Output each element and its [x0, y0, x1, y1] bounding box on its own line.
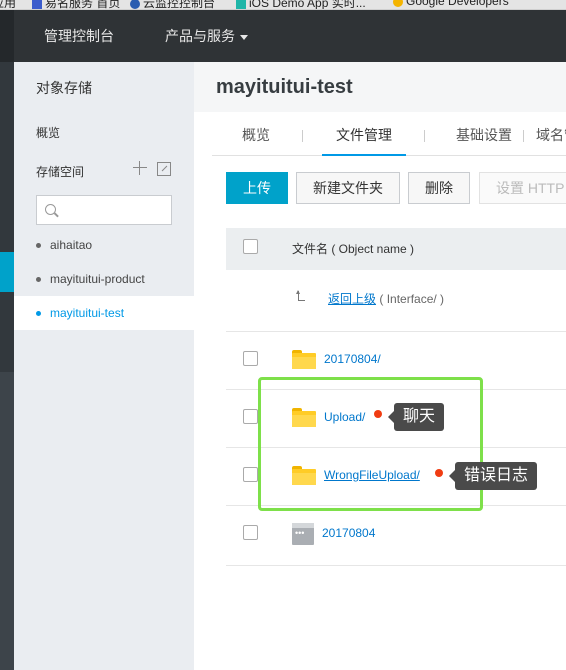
row-checkbox[interactable] — [243, 467, 258, 482]
bookmark-icon — [32, 0, 42, 9]
delete-button[interactable]: 删除 — [408, 172, 470, 204]
tab-file-management[interactable]: 文件管理 — [322, 112, 406, 156]
bookmark-google-dev[interactable]: Google Developers — [393, 0, 509, 8]
column-header-filename: 文件名 ( Object name ) — [292, 242, 415, 256]
cloud-icon — [130, 0, 140, 9]
bullet-icon — [36, 277, 41, 282]
back-to-parent: 返回上级 ( Interface/ ) — [328, 290, 444, 307]
folder-icon — [292, 350, 316, 369]
bookmark-yiming[interactable]: 易名服务 首页 — [32, 0, 120, 9]
file-table-header: 文件名 ( Object name ) — [226, 228, 566, 270]
bookmarks-bar: 应用 易名服务 首页 云监控控制台 iOS Demo App 实时... Goo… — [0, 0, 566, 10]
tab-domain[interactable]: 域名管 — [536, 112, 566, 156]
bullet-icon — [36, 311, 41, 316]
row-checkbox[interactable] — [243, 351, 258, 366]
bookmark-cloud-monitor[interactable]: 云监控控制台 — [130, 0, 215, 9]
tab-overview[interactable]: 概览 — [242, 112, 270, 156]
bullet-icon — [36, 243, 41, 248]
parent-path: ( Interface/ ) — [379, 292, 445, 306]
search-icon — [45, 204, 56, 215]
console-link[interactable]: 管理控制台 — [44, 10, 114, 62]
tab-divider — [424, 130, 425, 142]
bookmark-apps[interactable]: 应用 — [0, 0, 16, 9]
bucket-search-input[interactable] — [36, 195, 172, 225]
bucket-header: mayituitui-test — [194, 62, 566, 112]
select-all-checkbox[interactable] — [243, 239, 258, 254]
sidebar-title: 对象存储 — [36, 80, 92, 96]
annotation-tooltip-chat: 聊天 — [387, 403, 445, 431]
row-checkbox[interactable] — [243, 409, 258, 424]
annotation-tooltip-error-log: 错误日志 — [448, 462, 538, 490]
google-icon — [393, 0, 403, 7]
row-checkbox[interactable] — [243, 525, 258, 540]
sidebar-item-overview[interactable]: 概览 — [36, 124, 60, 141]
sidebar-bucket-mayituitui-test[interactable]: mayituitui-test — [14, 296, 194, 330]
tab-basic-settings[interactable]: 基础设置 — [456, 112, 512, 156]
open-external-icon[interactable] — [157, 162, 171, 176]
strip-lower-section — [0, 372, 14, 670]
tab-divider — [302, 130, 303, 142]
oss-sidebar: 对象存储 概览 存储空间 aihaitao mayituitui-product… — [14, 62, 194, 670]
back-to-parent-link[interactable]: 返回上级 — [328, 292, 376, 306]
folder-link[interactable]: 20170804/ — [324, 352, 381, 366]
app-icon — [236, 0, 246, 9]
set-http-header-button[interactable]: 设置 HTTP — [479, 172, 566, 204]
chevron-down-icon — [240, 34, 248, 40]
navbar-logo-area — [0, 10, 14, 62]
add-bucket-icon[interactable] — [132, 160, 148, 176]
annotation-highlight-box — [258, 377, 483, 511]
table-row: 20170804 — [226, 506, 566, 566]
strip-active-indicator — [0, 252, 14, 292]
tab-divider — [523, 130, 524, 142]
top-navbar: 管理控制台 产品与服务 — [0, 10, 566, 62]
file-link[interactable]: 20170804 — [322, 526, 375, 540]
sidebar-bucket-mayituitui-product[interactable]: mayituitui-product — [14, 262, 194, 296]
bookmark-ios-demo[interactable]: iOS Demo App 实时... — [236, 0, 366, 9]
products-menu[interactable]: 产品与服务 — [165, 10, 248, 62]
bucket-tabs: 概览 文件管理 基础设置 域名管 — [212, 112, 566, 156]
page-title: mayituitui-test — [216, 76, 353, 98]
annotation-dot — [435, 469, 443, 477]
upload-button[interactable]: 上传 — [226, 172, 288, 204]
new-folder-button[interactable]: 新建文件夹 — [296, 172, 400, 204]
sidebar-bucket-aihaitao[interactable]: aihaitao — [14, 228, 194, 262]
file-icon — [292, 523, 314, 545]
annotation-dot — [374, 410, 382, 418]
table-row-back: 返回上级 ( Interface/ ) — [226, 270, 566, 332]
sidebar-section-buckets: 存储空间 — [36, 165, 85, 179]
return-up-icon — [296, 290, 306, 302]
global-sidebar-strip — [0, 62, 14, 670]
